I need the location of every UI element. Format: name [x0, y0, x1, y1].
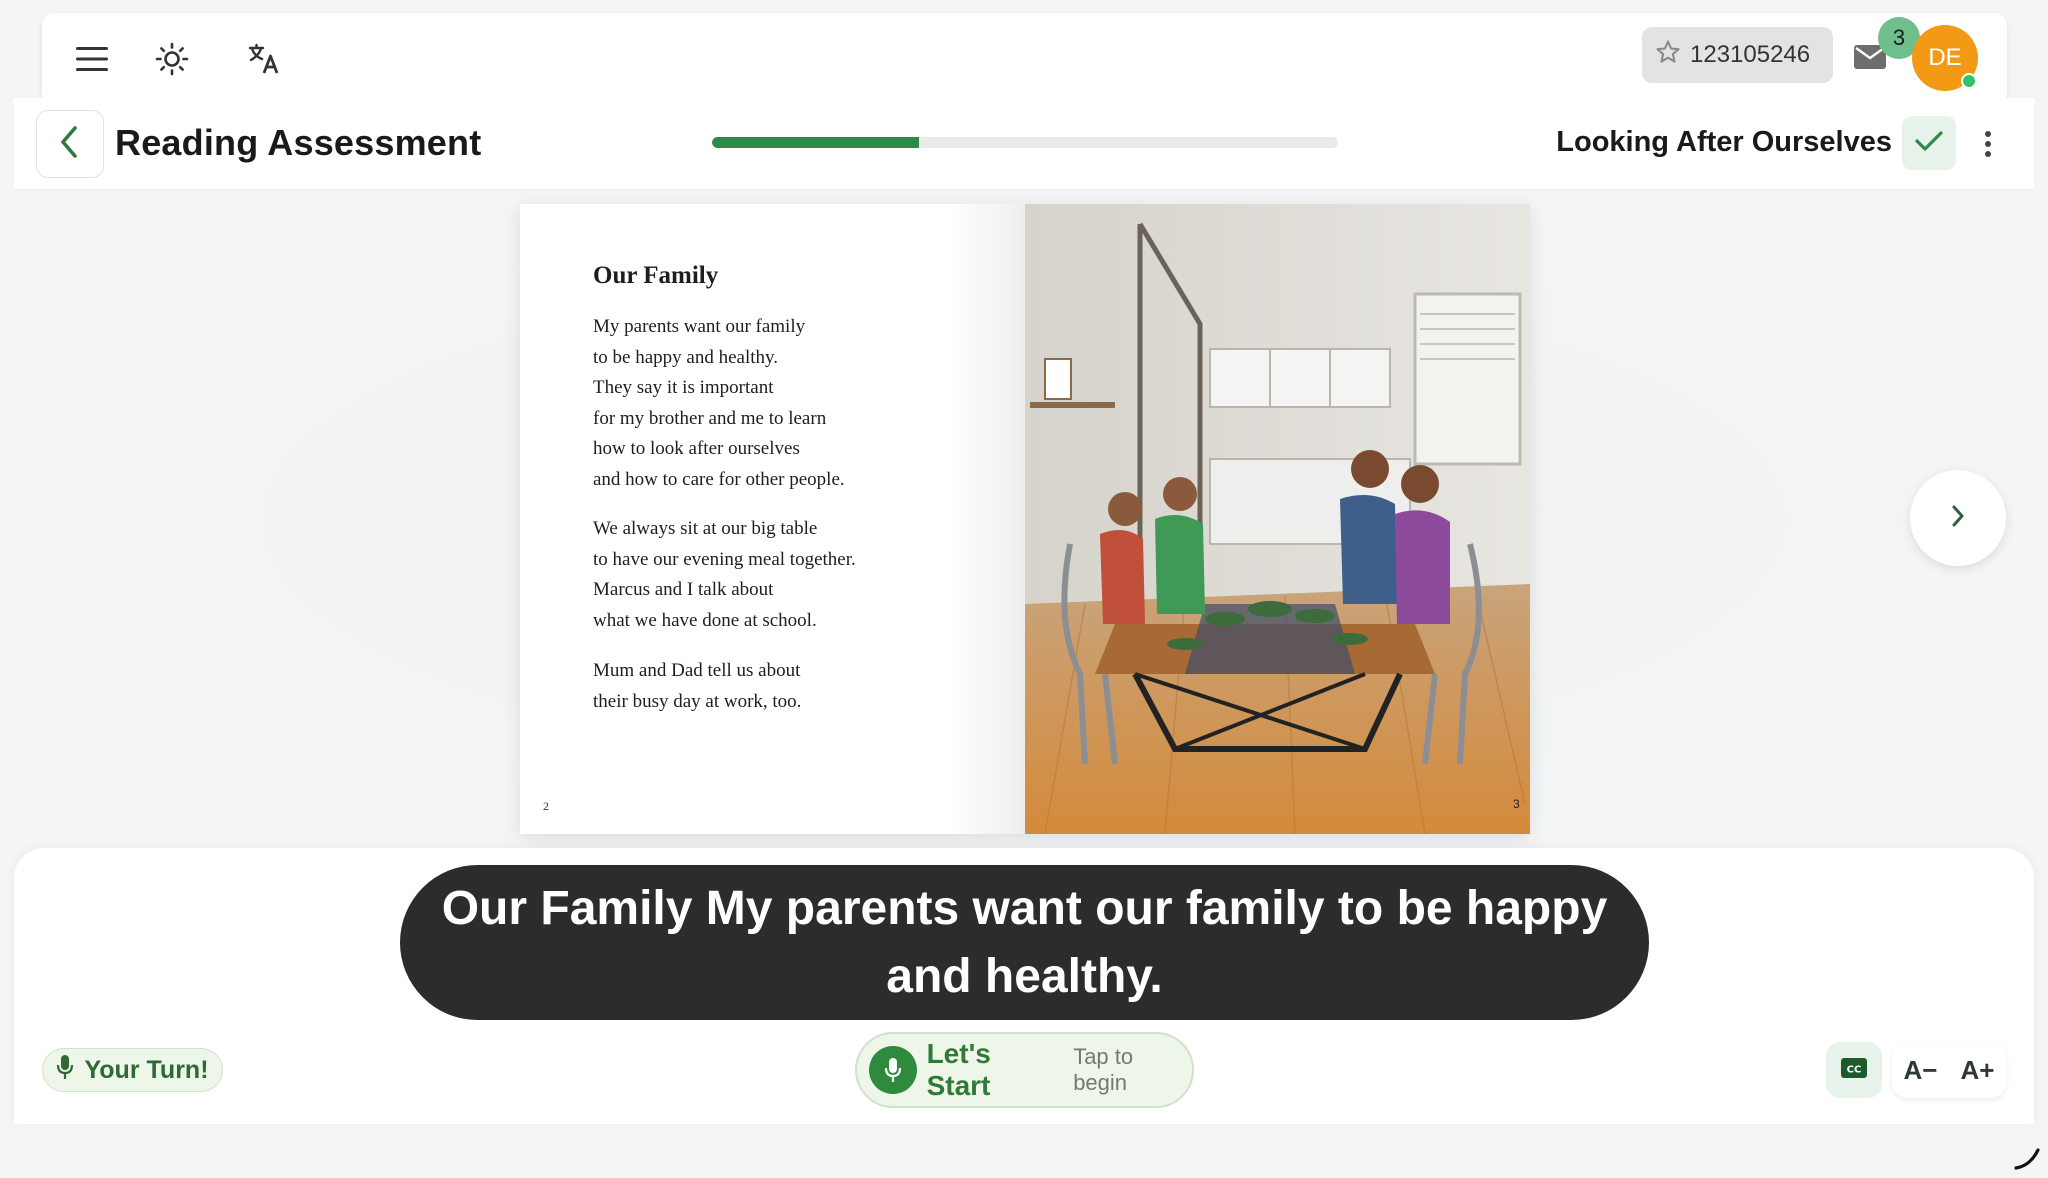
back-button[interactable] — [36, 110, 104, 178]
text-line: They say it is important — [593, 377, 774, 399]
text-line: to be happy and healthy. — [593, 346, 779, 368]
cc-label: CC — [1847, 1064, 1862, 1075]
text-line: Marcus and I talk about — [593, 579, 774, 601]
page-heading: Our Family — [593, 262, 719, 289]
stanza: We always sit at our big table to have o… — [593, 514, 856, 636]
text-line: My parents want our family — [593, 316, 806, 337]
stanza: My parents want our family to be happy a… — [593, 312, 845, 496]
reading-progress-bar — [712, 137, 1338, 148]
lets-start-hint: Tap to begin — [1073, 1044, 1134, 1095]
book-page-left: Our Family My parents want our family to… — [520, 204, 1025, 834]
top-app-bar: 123105246 3 DE — [42, 13, 2007, 105]
translate-icon[interactable] — [242, 37, 286, 81]
page-number: 2 — [543, 799, 549, 813]
closed-captions-button[interactable]: CC — [1826, 1042, 1882, 1098]
complete-check-button[interactable] — [1902, 116, 1956, 170]
online-status-indicator — [1961, 73, 1977, 89]
page-number: 3 — [1513, 797, 1520, 811]
text-line: their busy day at work, too. — [593, 690, 802, 712]
text-line: what we have done at school. — [593, 609, 817, 631]
chevron-right-icon — [1950, 504, 1966, 533]
star-icon — [1654, 38, 1682, 73]
sun-theme-icon[interactable] — [150, 37, 194, 81]
chevron-left-icon — [57, 125, 83, 164]
font-size-controls: A− A+ — [1892, 1042, 2006, 1098]
microphone-icon — [869, 1046, 917, 1094]
lets-start-label: Let's Start — [926, 1038, 991, 1101]
font-increase-button[interactable]: A+ — [1961, 1055, 1995, 1086]
check-icon — [1914, 129, 1944, 158]
text-line: to have our evening meal together. — [593, 548, 856, 570]
book-page-right: 3 — [1025, 204, 1530, 834]
text-line: We always sit at our big table — [593, 518, 818, 539]
loading-spinner-icon — [2012, 1142, 2042, 1172]
progress-fill — [712, 137, 919, 148]
closed-captions-icon: CC — [1840, 1057, 1868, 1084]
your-turn-badge: Your Turn! — [42, 1048, 223, 1092]
next-page-button[interactable] — [1910, 470, 2006, 566]
book-spread: Our Family My parents want our family to… — [520, 204, 1530, 834]
caption-text: Our Family My parents want our family to… — [400, 865, 1649, 1020]
hamburger-menu-icon[interactable] — [70, 37, 114, 81]
book-title: Looking After Ourselves — [1556, 126, 1892, 158]
microphone-icon — [56, 1054, 74, 1087]
user-id-text: 123105246 — [1690, 41, 1811, 68]
more-options-icon[interactable] — [1972, 122, 2004, 166]
font-decrease-button[interactable]: A− — [1904, 1055, 1938, 1086]
text-line: how to look after ourselves — [593, 438, 800, 460]
page-title: Reading Assessment — [115, 122, 482, 163]
stanza: Mum and Dad tell us about their busy day… — [593, 656, 801, 717]
family-dinner-illustration — [1025, 204, 1530, 834]
text-line: Mum and Dad tell us about — [593, 660, 801, 681]
lets-start-button[interactable]: Let's Start Tap to begin — [855, 1032, 1194, 1108]
text-line: and how to care for other people. — [593, 468, 845, 490]
text-line: for my brother and me to learn — [593, 407, 827, 429]
your-turn-label: Your Turn! — [84, 1055, 209, 1084]
user-id-chip[interactable]: 123105246 — [1642, 27, 1833, 83]
